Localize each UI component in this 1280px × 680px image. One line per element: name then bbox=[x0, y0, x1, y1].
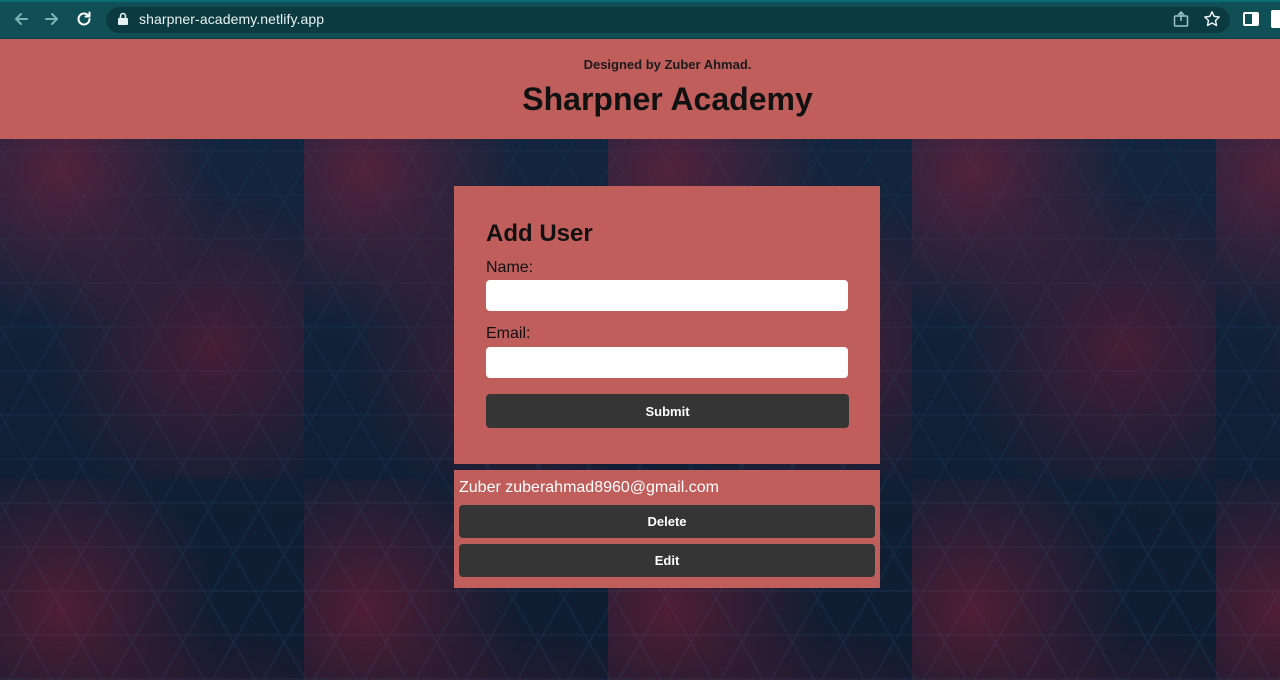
name-input[interactable] bbox=[486, 280, 848, 311]
email-input[interactable] bbox=[486, 347, 848, 378]
tab-strip-edge bbox=[0, 0, 1280, 2]
side-panel-icon[interactable] bbox=[1242, 10, 1260, 33]
delete-button[interactable]: Delete bbox=[459, 505, 875, 538]
submit-button[interactable]: Submit bbox=[486, 394, 849, 428]
share-icon[interactable] bbox=[1172, 10, 1190, 33]
edit-button[interactable]: Edit bbox=[459, 544, 875, 577]
star-icon[interactable] bbox=[1203, 10, 1221, 33]
designer-credit: Designed by Zuber Ahmad. bbox=[583, 57, 752, 72]
add-user-form: Add User Name: Email: Submit bbox=[454, 186, 880, 464]
reload-icon[interactable] bbox=[73, 8, 95, 30]
site-header: Designed by Zuber Ahmad. Sharpner Academ… bbox=[0, 39, 1280, 139]
back-arrow-icon[interactable] bbox=[10, 8, 32, 30]
user-list: Zuber zuberahmad8960@gmail.com Delete Ed… bbox=[454, 470, 880, 588]
profile-icon[interactable] bbox=[1271, 10, 1280, 28]
page-background: Designed by Zuber Ahmad. Sharpner Academ… bbox=[0, 39, 1280, 680]
site-title: Sharpner Academy bbox=[522, 81, 813, 117]
forward-arrow-icon[interactable] bbox=[41, 8, 63, 30]
lock-icon[interactable] bbox=[117, 12, 129, 31]
url-text[interactable]: sharpner-academy.netlify.app bbox=[139, 11, 324, 27]
email-label: Email: bbox=[486, 325, 531, 342]
user-entry-text: Zuber zuberahmad8960@gmail.com bbox=[459, 479, 719, 496]
browser-toolbar: sharpner-academy.netlify.app bbox=[0, 0, 1280, 39]
form-heading: Add User bbox=[486, 220, 593, 247]
name-label: Name: bbox=[486, 259, 534, 276]
